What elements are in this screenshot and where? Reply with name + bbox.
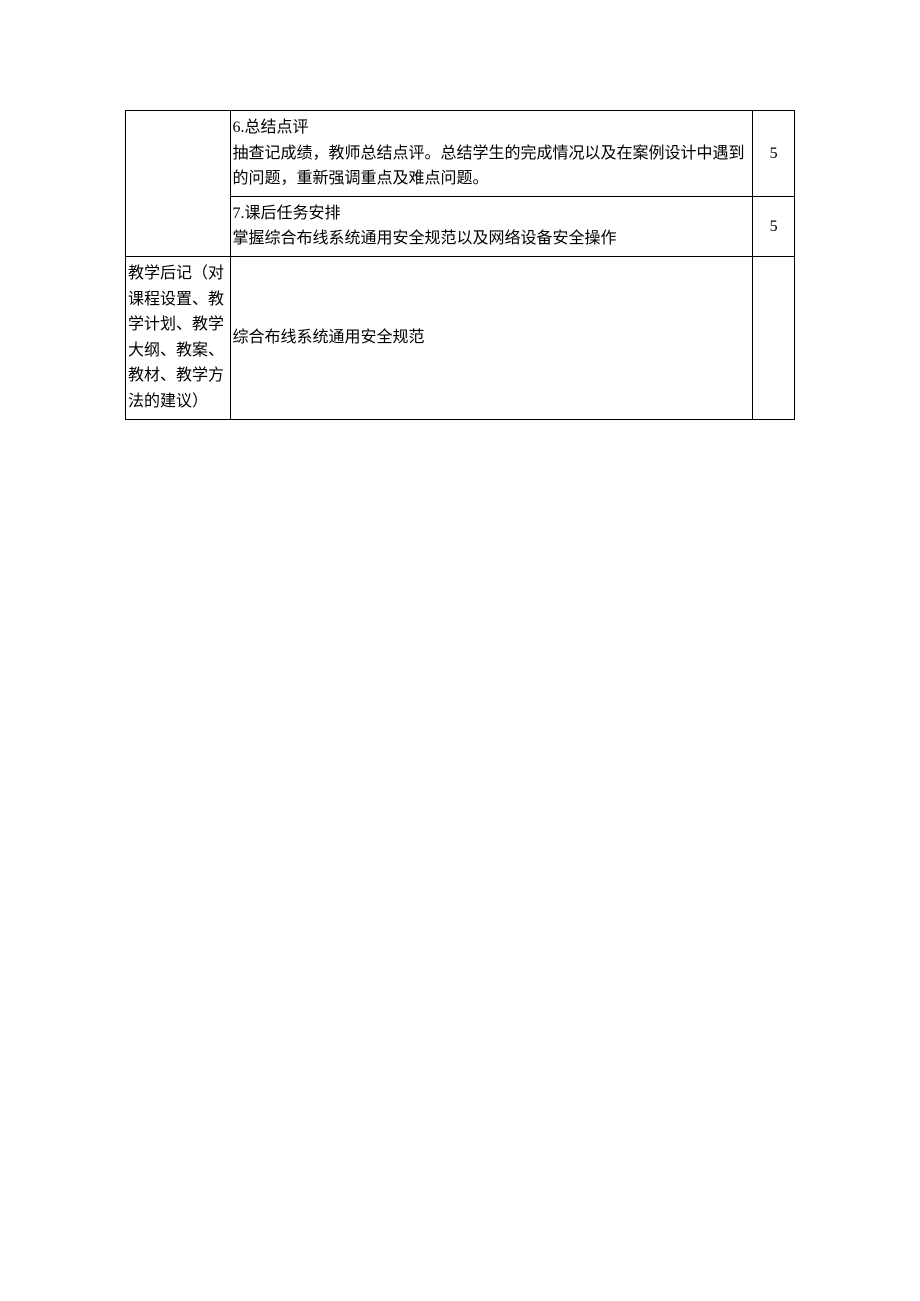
document-table: 6.总结点评抽查记成绩，教师总结点评。总结学生的完成情况以及在案例设计中遇到的问… (125, 110, 795, 420)
table-cell-content: 6.总结点评抽查记成绩，教师总结点评。总结学生的完成情况以及在案例设计中遇到的问… (230, 111, 753, 197)
table-cell-content: 综合布线系统通用安全规范 (230, 256, 753, 419)
table-cell-value: 5 (753, 111, 795, 197)
table-cell-value (753, 256, 795, 419)
table-cell-label (126, 111, 231, 257)
table-row: 教学后记（对课程设置、教学计划、教学大纲、教案、教材、教学方法的建议） 综合布线… (126, 256, 795, 419)
table-row: 6.总结点评抽查记成绩，教师总结点评。总结学生的完成情况以及在案例设计中遇到的问… (126, 111, 795, 197)
table-cell-content: 7.课后任务安排掌握综合布线系统通用安全规范以及网络设备安全操作 (230, 196, 753, 256)
table-cell-label: 教学后记（对课程设置、教学计划、教学大纲、教案、教材、教学方法的建议） (126, 256, 231, 419)
table-cell-value: 5 (753, 196, 795, 256)
